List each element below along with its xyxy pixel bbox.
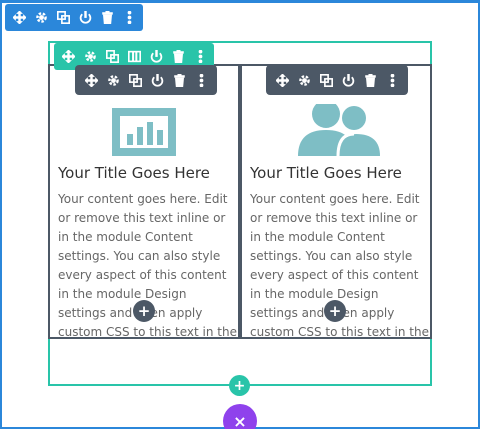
duplicate-icon[interactable]: [124, 65, 146, 95]
power-icon[interactable]: [337, 65, 359, 95]
module-toolbar: [266, 65, 408, 95]
trash-icon[interactable]: [96, 4, 118, 31]
trash-icon[interactable]: [168, 65, 190, 95]
gear-icon[interactable]: [293, 65, 315, 95]
module-toolbar: [75, 65, 217, 95]
duplicate-icon[interactable]: [315, 65, 337, 95]
module-title[interactable]: Your Title Goes Here: [58, 164, 210, 182]
trash-icon[interactable]: [359, 65, 381, 95]
more-icon[interactable]: [190, 65, 212, 95]
power-icon[interactable]: [74, 4, 96, 31]
gear-icon[interactable]: [30, 4, 52, 31]
more-icon[interactable]: [381, 65, 403, 95]
module-column-2[interactable]: Your Title Goes Here Your content goes h…: [240, 64, 432, 339]
move-icon[interactable]: [271, 65, 293, 95]
move-icon[interactable]: [8, 4, 30, 31]
add-module-button[interactable]: +: [133, 300, 155, 322]
power-icon[interactable]: [146, 65, 168, 95]
gear-icon[interactable]: [102, 65, 124, 95]
module-title[interactable]: Your Title Goes Here: [250, 164, 402, 182]
module-column-1[interactable]: Your Title Goes Here Your content goes h…: [48, 64, 240, 339]
add-module-button[interactable]: +: [324, 300, 346, 322]
duplicate-icon[interactable]: [52, 4, 74, 31]
move-icon[interactable]: [80, 65, 102, 95]
add-row-button[interactable]: +: [229, 375, 250, 396]
more-icon[interactable]: [118, 4, 140, 31]
section-toolbar: [5, 4, 143, 31]
